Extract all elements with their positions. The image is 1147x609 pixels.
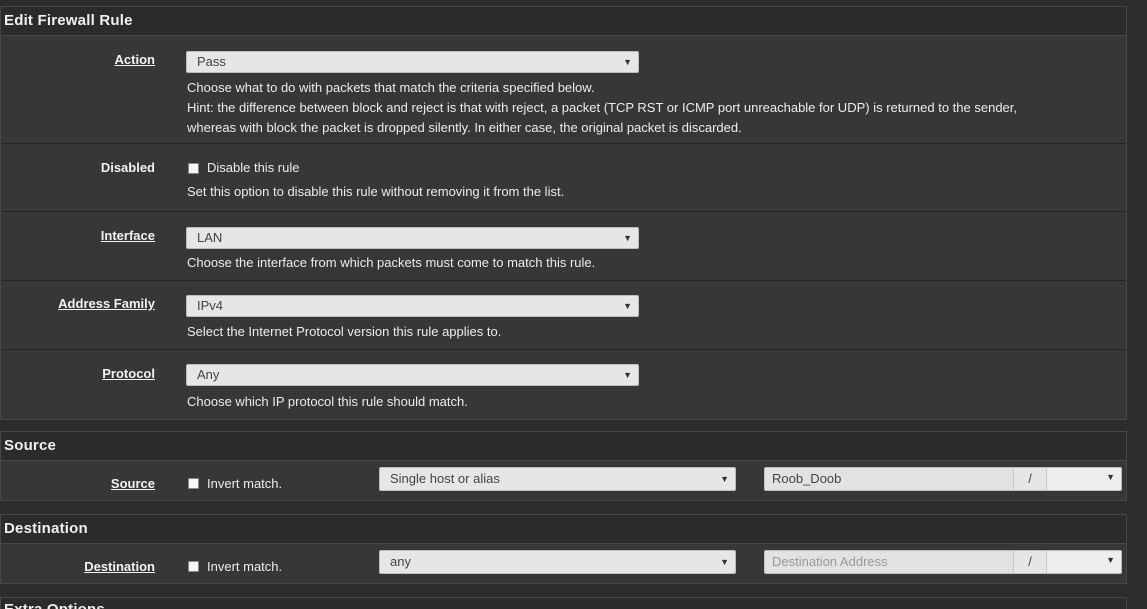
source-invert-label[interactable]: Invert match. [207, 476, 282, 491]
destination-type-select[interactable]: any ▼ [379, 550, 736, 574]
source-address-input[interactable]: Roob_Doob [765, 468, 1013, 490]
destination-invert-label[interactable]: Invert match. [207, 559, 282, 574]
interface-label[interactable]: Interface [101, 228, 155, 243]
action-select[interactable]: Pass ▼ [186, 51, 639, 73]
action-help-line3: whereas with block the packet is dropped… [187, 120, 742, 135]
protocol-label[interactable]: Protocol [102, 366, 155, 381]
caret-down-icon: ▼ [1106, 555, 1115, 565]
source-address-group: Roob_Doob / ▼ [764, 467, 1122, 491]
source-slash: / [1013, 468, 1047, 490]
protocol-help: Choose which IP protocol this rule shoul… [187, 394, 468, 409]
destination-panel: Destination Destination Invert match. an… [0, 514, 1127, 584]
destination-label[interactable]: Destination [84, 559, 155, 574]
destination-address-input[interactable]: Destination Address [765, 551, 1013, 573]
address-family-row: Address Family IPv4 ▼ Select the Interne… [1, 281, 1126, 350]
caret-down-icon: ▼ [623, 233, 632, 243]
interface-select-value: LAN [197, 230, 223, 245]
action-label[interactable]: Action [115, 52, 155, 67]
destination-invert-checkbox[interactable] [188, 561, 199, 572]
source-invert-checkbox[interactable] [188, 478, 199, 489]
caret-down-icon: ▼ [623, 301, 632, 311]
source-title: Source [1, 432, 1126, 461]
caret-down-icon: ▼ [720, 557, 729, 567]
source-type-select[interactable]: Single host or alias ▼ [379, 467, 736, 491]
caret-down-icon: ▼ [720, 474, 729, 484]
source-row: Source Invert match. Single host or alia… [1, 461, 1126, 501]
destination-row: Destination Invert match. any ▼ Destinat… [1, 544, 1126, 584]
interface-help: Choose the interface from which packets … [187, 255, 596, 270]
disabled-label: Disabled [100, 160, 155, 175]
source-panel: Source Source Invert match. Single host … [0, 431, 1127, 501]
address-family-label[interactable]: Address Family [58, 296, 155, 311]
source-label[interactable]: Source [111, 476, 155, 491]
destination-slash: / [1013, 551, 1047, 573]
source-mask-select[interactable]: ▼ [1047, 468, 1121, 490]
address-family-select[interactable]: IPv4 ▼ [186, 295, 639, 317]
disabled-help: Set this option to disable this rule wit… [187, 184, 565, 199]
action-row: Action Pass ▼ Choose what to do with pac… [1, 36, 1126, 144]
caret-down-icon: ▼ [623, 370, 632, 380]
caret-down-icon: ▼ [1106, 472, 1115, 482]
action-help-line1: Choose what to do with packets that matc… [187, 80, 595, 95]
action-help-line2: Hint: the difference between block and r… [187, 100, 1018, 115]
protocol-row: Protocol Any ▼ Choose which IP protocol … [1, 350, 1126, 420]
address-family-help: Select the Internet Protocol version thi… [187, 324, 502, 339]
extra-options-panel: Extra Options [0, 597, 1127, 609]
address-family-select-value: IPv4 [197, 298, 224, 313]
interface-select[interactable]: LAN ▼ [186, 227, 639, 249]
destination-type-value: any [390, 554, 411, 569]
disabled-row: Disabled Disable this rule Set this opti… [1, 144, 1126, 212]
extra-options-title: Extra Options [1, 598, 1126, 609]
caret-down-icon: ▼ [623, 57, 632, 67]
edit-rule-title: Edit Firewall Rule [1, 7, 1126, 36]
action-select-value: Pass [197, 54, 226, 69]
interface-row: Interface LAN ▼ Choose the interface fro… [1, 212, 1126, 281]
source-type-value: Single host or alias [390, 471, 500, 486]
protocol-select-value: Any [197, 367, 220, 382]
destination-mask-select[interactable]: ▼ [1047, 551, 1121, 573]
destination-title: Destination [1, 515, 1126, 544]
protocol-select[interactable]: Any ▼ [186, 364, 639, 386]
disable-rule-checkbox[interactable] [188, 163, 199, 174]
disable-rule-checkbox-label[interactable]: Disable this rule [207, 160, 300, 175]
destination-address-group: Destination Address / ▼ [764, 550, 1122, 574]
edit-rule-panel: Edit Firewall Rule Action Pass ▼ Choose … [0, 6, 1127, 420]
action-help: Choose what to do with packets that matc… [187, 78, 1017, 138]
